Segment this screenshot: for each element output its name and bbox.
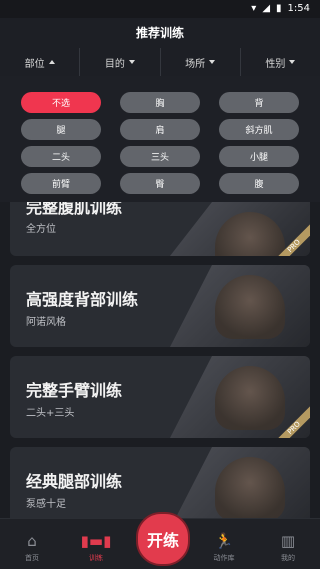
filter-body-part[interactable]: 部位	[0, 48, 81, 76]
chip-chest[interactable]: 胸	[120, 92, 200, 113]
start-workout-button[interactable]: 开练	[136, 512, 190, 566]
wifi-icon: ▾	[251, 3, 257, 14]
running-icon: 🏃	[214, 532, 234, 550]
chip-abs[interactable]: 腹	[219, 173, 299, 194]
chip-biceps[interactable]: 二头	[21, 146, 101, 167]
filter-goal[interactable]: 目的	[80, 48, 161, 76]
workout-card[interactable]: 高强度背部训练 阿诺风格	[10, 265, 310, 347]
tab-exercise-library[interactable]: 🏃 动作库	[192, 519, 256, 569]
workout-card[interactable]: 完整腹肌训练 全方位 PRO	[10, 202, 310, 256]
workout-list: 完整腹肌训练 全方位 PRO 高强度背部训练 阿诺风格 完整手臂训练 二头+三头…	[10, 202, 310, 538]
chevron-down-icon	[289, 60, 296, 64]
workout-subtitle: 泵感十足	[26, 499, 66, 510]
body-part-dropdown: 不选 胸 背 腿 肩 斜方肌 二头 三头 小腿 前臂 臀 腹	[0, 76, 320, 202]
chevron-down-icon	[128, 60, 135, 64]
chevron-down-icon	[209, 60, 216, 64]
status-bar: ▾ ◢ ▮ 1:54	[0, 0, 320, 18]
chevron-up-icon	[48, 60, 55, 64]
filter-bar: 部位 目的 场所 性别	[0, 48, 320, 77]
workout-subtitle: 二头+三头	[26, 408, 75, 419]
tab-training[interactable]: ▮▬▮ 训练	[64, 519, 128, 569]
chip-triceps[interactable]: 三头	[120, 146, 200, 167]
workout-subtitle: 全方位	[26, 224, 56, 235]
pro-badge: PRO	[276, 404, 310, 438]
workout-title: 经典腿部训练	[26, 472, 123, 491]
filter-place[interactable]: 场所	[161, 48, 241, 76]
chip-glutes[interactable]: 臀	[120, 173, 200, 194]
workout-title: 完整腹肌训练	[26, 202, 123, 217]
workout-subtitle: 阿诺风格	[26, 317, 66, 328]
workout-title: 完整手臂训练	[26, 381, 123, 400]
status-time: 1:54	[287, 3, 310, 14]
chip-none[interactable]: 不选	[21, 92, 101, 113]
filter-gender[interactable]: 性别	[241, 48, 320, 76]
battery-icon: ▮	[276, 3, 282, 14]
workout-card[interactable]: 完整手臂训练 二头+三头 PRO	[10, 356, 310, 438]
workout-title: 高强度背部训练	[26, 290, 139, 309]
tab-profile[interactable]: ▥ 我的	[256, 519, 320, 569]
workout-image	[170, 265, 310, 347]
pro-badge: PRO	[276, 222, 310, 256]
signal-icon: ◢	[262, 3, 271, 14]
workout-image	[170, 447, 310, 529]
home-icon: ⌂	[27, 532, 37, 550]
page-title: 推荐训练	[0, 18, 320, 48]
tab-home[interactable]: ⌂ 首页	[0, 519, 64, 569]
chip-forearms[interactable]: 前臂	[21, 173, 101, 194]
profile-icon: ▥	[280, 532, 296, 550]
dumbbell-icon: ▮▬▮	[80, 532, 112, 550]
chip-traps[interactable]: 斜方肌	[219, 119, 299, 140]
chip-back[interactable]: 背	[219, 92, 299, 113]
chip-shoulders[interactable]: 肩	[120, 119, 200, 140]
chip-calves[interactable]: 小腿	[219, 146, 299, 167]
chip-legs[interactable]: 腿	[21, 119, 101, 140]
